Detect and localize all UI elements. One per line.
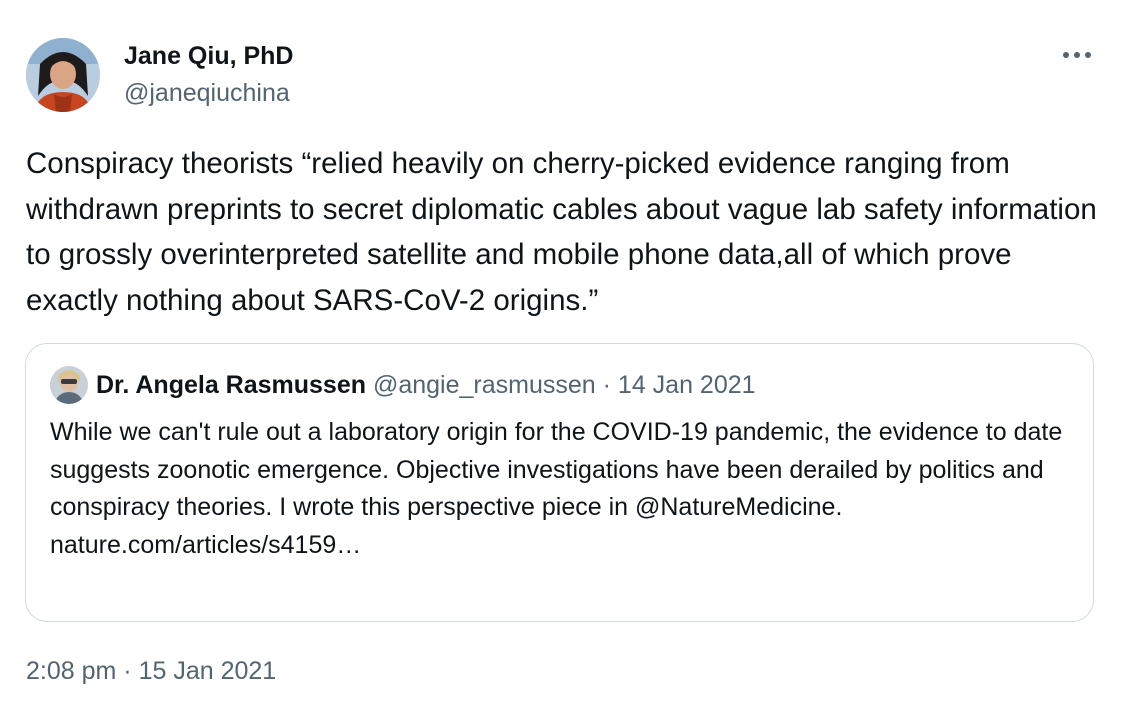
more-options-icon (1063, 52, 1091, 58)
profile-photo-icon (50, 366, 88, 404)
quoted-tweet-link[interactable]: nature.com/articles/s4159… (50, 527, 1080, 565)
author-display-name[interactable]: Jane Qiu, PhD (124, 41, 293, 71)
tweet: Jane Qiu, PhD @janeqiuchina Conspiracy t… (0, 0, 1126, 718)
quoted-author-handle[interactable]: @angie_rasmussen (373, 371, 596, 399)
quoted-author-avatar[interactable] (50, 366, 88, 404)
quoted-tweet-text: While we can't rule out a laboratory ori… (50, 414, 1080, 564)
timestamp-separator: · (123, 657, 132, 685)
quoted-tweet-body: While we can't rule out a laboratory ori… (50, 418, 1063, 521)
profile-photo-icon (26, 38, 100, 112)
more-options-button[interactable] (1056, 40, 1098, 70)
tweet-date[interactable]: 15 Jan 2021 (139, 657, 277, 685)
quoted-tweet-header: Dr. Angela Rasmussen @angie_rasmussen · … (96, 370, 756, 400)
tweet-text: Conspiracy theorists “relied heavily on … (26, 147, 1097, 317)
tweet-time[interactable]: 2:08 pm (26, 657, 116, 685)
tweet-timestamp: 2:08 pm · 15 Jan 2021 (26, 655, 276, 687)
author-handle[interactable]: @janeqiuchina (124, 78, 290, 108)
quoted-author-display-name[interactable]: Dr. Angela Rasmussen (96, 371, 366, 399)
quoted-tweet-date[interactable]: 14 Jan 2021 (618, 371, 756, 399)
quoted-tweet-card[interactable]: Dr. Angela Rasmussen @angie_rasmussen · … (25, 343, 1094, 622)
quoted-header-separator: · (602, 371, 611, 399)
author-avatar[interactable] (26, 38, 100, 112)
